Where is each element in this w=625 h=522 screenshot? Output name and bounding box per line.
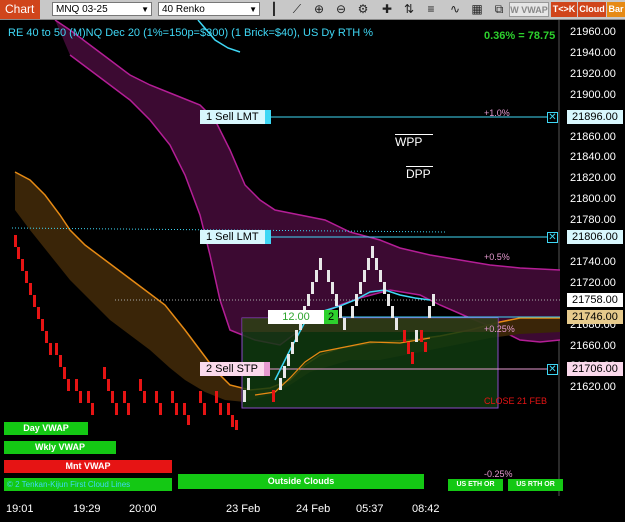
- bar-style-icon[interactable]: ┃: [266, 2, 282, 17]
- chart-trader-icon[interactable]: ≡: [423, 2, 439, 17]
- order-price-label: 21806.00: [567, 230, 623, 244]
- bar-type-label: 40 Renko: [162, 4, 205, 15]
- price-tick: 21720.00: [570, 276, 616, 289]
- order-price-label: 21706.00: [567, 362, 623, 376]
- wvwap-button[interactable]: W VWAP: [509, 2, 549, 17]
- pct-level-label: +0.5%: [484, 252, 510, 262]
- properties-icon[interactable]: ⚙: [355, 2, 371, 17]
- position-qty[interactable]: 2: [324, 310, 338, 324]
- chart-tab[interactable]: Chart: [0, 0, 40, 19]
- order-price-label: 21896.00: [567, 110, 623, 124]
- cloud-button[interactable]: Cloud: [578, 2, 606, 17]
- price-tick: 21820.00: [570, 172, 616, 185]
- wkly-vwap-button[interactable]: Wkly VWAP: [4, 441, 116, 454]
- bar-type-selector[interactable]: 40 Renko ▼: [158, 2, 260, 16]
- close-order-icon[interactable]: ✕: [547, 364, 558, 375]
- position-price-label: 21746.00: [567, 310, 623, 324]
- day-vwap-button[interactable]: Day VWAP: [4, 422, 88, 435]
- chevron-down-icon: ▼: [141, 5, 149, 14]
- price-tick: 21940.00: [570, 46, 616, 59]
- wpp-label: WPP: [395, 134, 433, 149]
- add-icon[interactable]: ✚: [379, 2, 395, 17]
- time-tick: 19:29: [73, 503, 101, 515]
- price-tick: 21960.00: [570, 26, 616, 38]
- price-tick: 21660.00: [570, 339, 616, 352]
- instrument-label: MNQ 03-25: [56, 4, 108, 15]
- time-tick: 19:01: [6, 503, 34, 515]
- last-price-label: 21758.00: [567, 293, 623, 307]
- pct-level-label: +0.25%: [484, 324, 515, 334]
- close-order-icon[interactable]: ✕: [547, 232, 558, 243]
- time-tick: 24 Feb: [296, 503, 331, 515]
- price-tick: 21860.00: [570, 130, 616, 143]
- us-eth-or-button[interactable]: US ETH OR: [448, 479, 503, 491]
- draw-line-icon[interactable]: ⟋: [289, 2, 305, 17]
- us-rth-or-button[interactable]: US RTH OR: [508, 479, 563, 491]
- sell-lmt-order-2[interactable]: 1 Sell LMT: [200, 230, 271, 244]
- dpp-label: DPP: [406, 166, 433, 181]
- chevron-down-icon: ▼: [249, 5, 257, 14]
- toolbar: Chart MNQ 03-25 ▼ 40 Renko ▼ ┃ ⟋ ⊕ ⊖ ⚙ ✚…: [0, 0, 625, 20]
- time-tick: 08:42: [412, 503, 440, 515]
- data-box-icon[interactable]: ▦: [469, 2, 485, 17]
- attach-icon[interactable]: ⧉: [491, 2, 507, 17]
- time-tick: 05:37: [356, 503, 384, 515]
- position-avg[interactable]: 12.00: [268, 310, 324, 324]
- mnt-vwap-button[interactable]: Mnt VWAP: [4, 460, 172, 473]
- price-tick: 21780.00: [570, 214, 616, 227]
- price-tick: 21740.00: [570, 255, 616, 268]
- outside-clouds-button[interactable]: Outside Clouds: [178, 474, 424, 489]
- cloud-lines-legend[interactable]: © 2 Tenkan-Kijun First Cloud Lines: [4, 478, 172, 491]
- pct-level-label: +1.0%: [484, 108, 510, 118]
- time-tick: 23 Feb: [226, 503, 261, 515]
- price-tick: 21920.00: [570, 67, 616, 80]
- sell-lmt-order-1[interactable]: 1 Sell LMT: [200, 110, 271, 124]
- close-order-icon[interactable]: ✕: [547, 112, 558, 123]
- price-tick: 21800.00: [570, 193, 616, 206]
- tk-button[interactable]: T<>K: [551, 2, 577, 17]
- time-tick: 20:00: [129, 503, 157, 515]
- price-tick: 21840.00: [570, 151, 616, 164]
- instrument-selector[interactable]: MNQ 03-25 ▼: [52, 2, 152, 16]
- sell-stp-order[interactable]: 2 Sell STP: [200, 362, 270, 376]
- pct-level-label: -0.25%: [484, 469, 513, 479]
- zoom-out-icon[interactable]: ⊖: [333, 2, 349, 17]
- bar-button[interactable]: Bar: [607, 2, 625, 17]
- indicators-icon[interactable]: ∿: [447, 2, 463, 17]
- price-tick: 21620.00: [570, 381, 616, 394]
- close-label: CLOSE 21 FEB: [484, 396, 548, 406]
- performance-readout: 0.36% = 78.75: [484, 30, 556, 42]
- zoom-in-icon[interactable]: ⊕: [311, 2, 327, 17]
- chart-title: RE 40 to 50 (M)NQ Dec 20 (1%=150p=$300) …: [8, 27, 374, 39]
- price-tick: 21900.00: [570, 88, 616, 101]
- strategy-icon[interactable]: ⇅: [401, 2, 417, 17]
